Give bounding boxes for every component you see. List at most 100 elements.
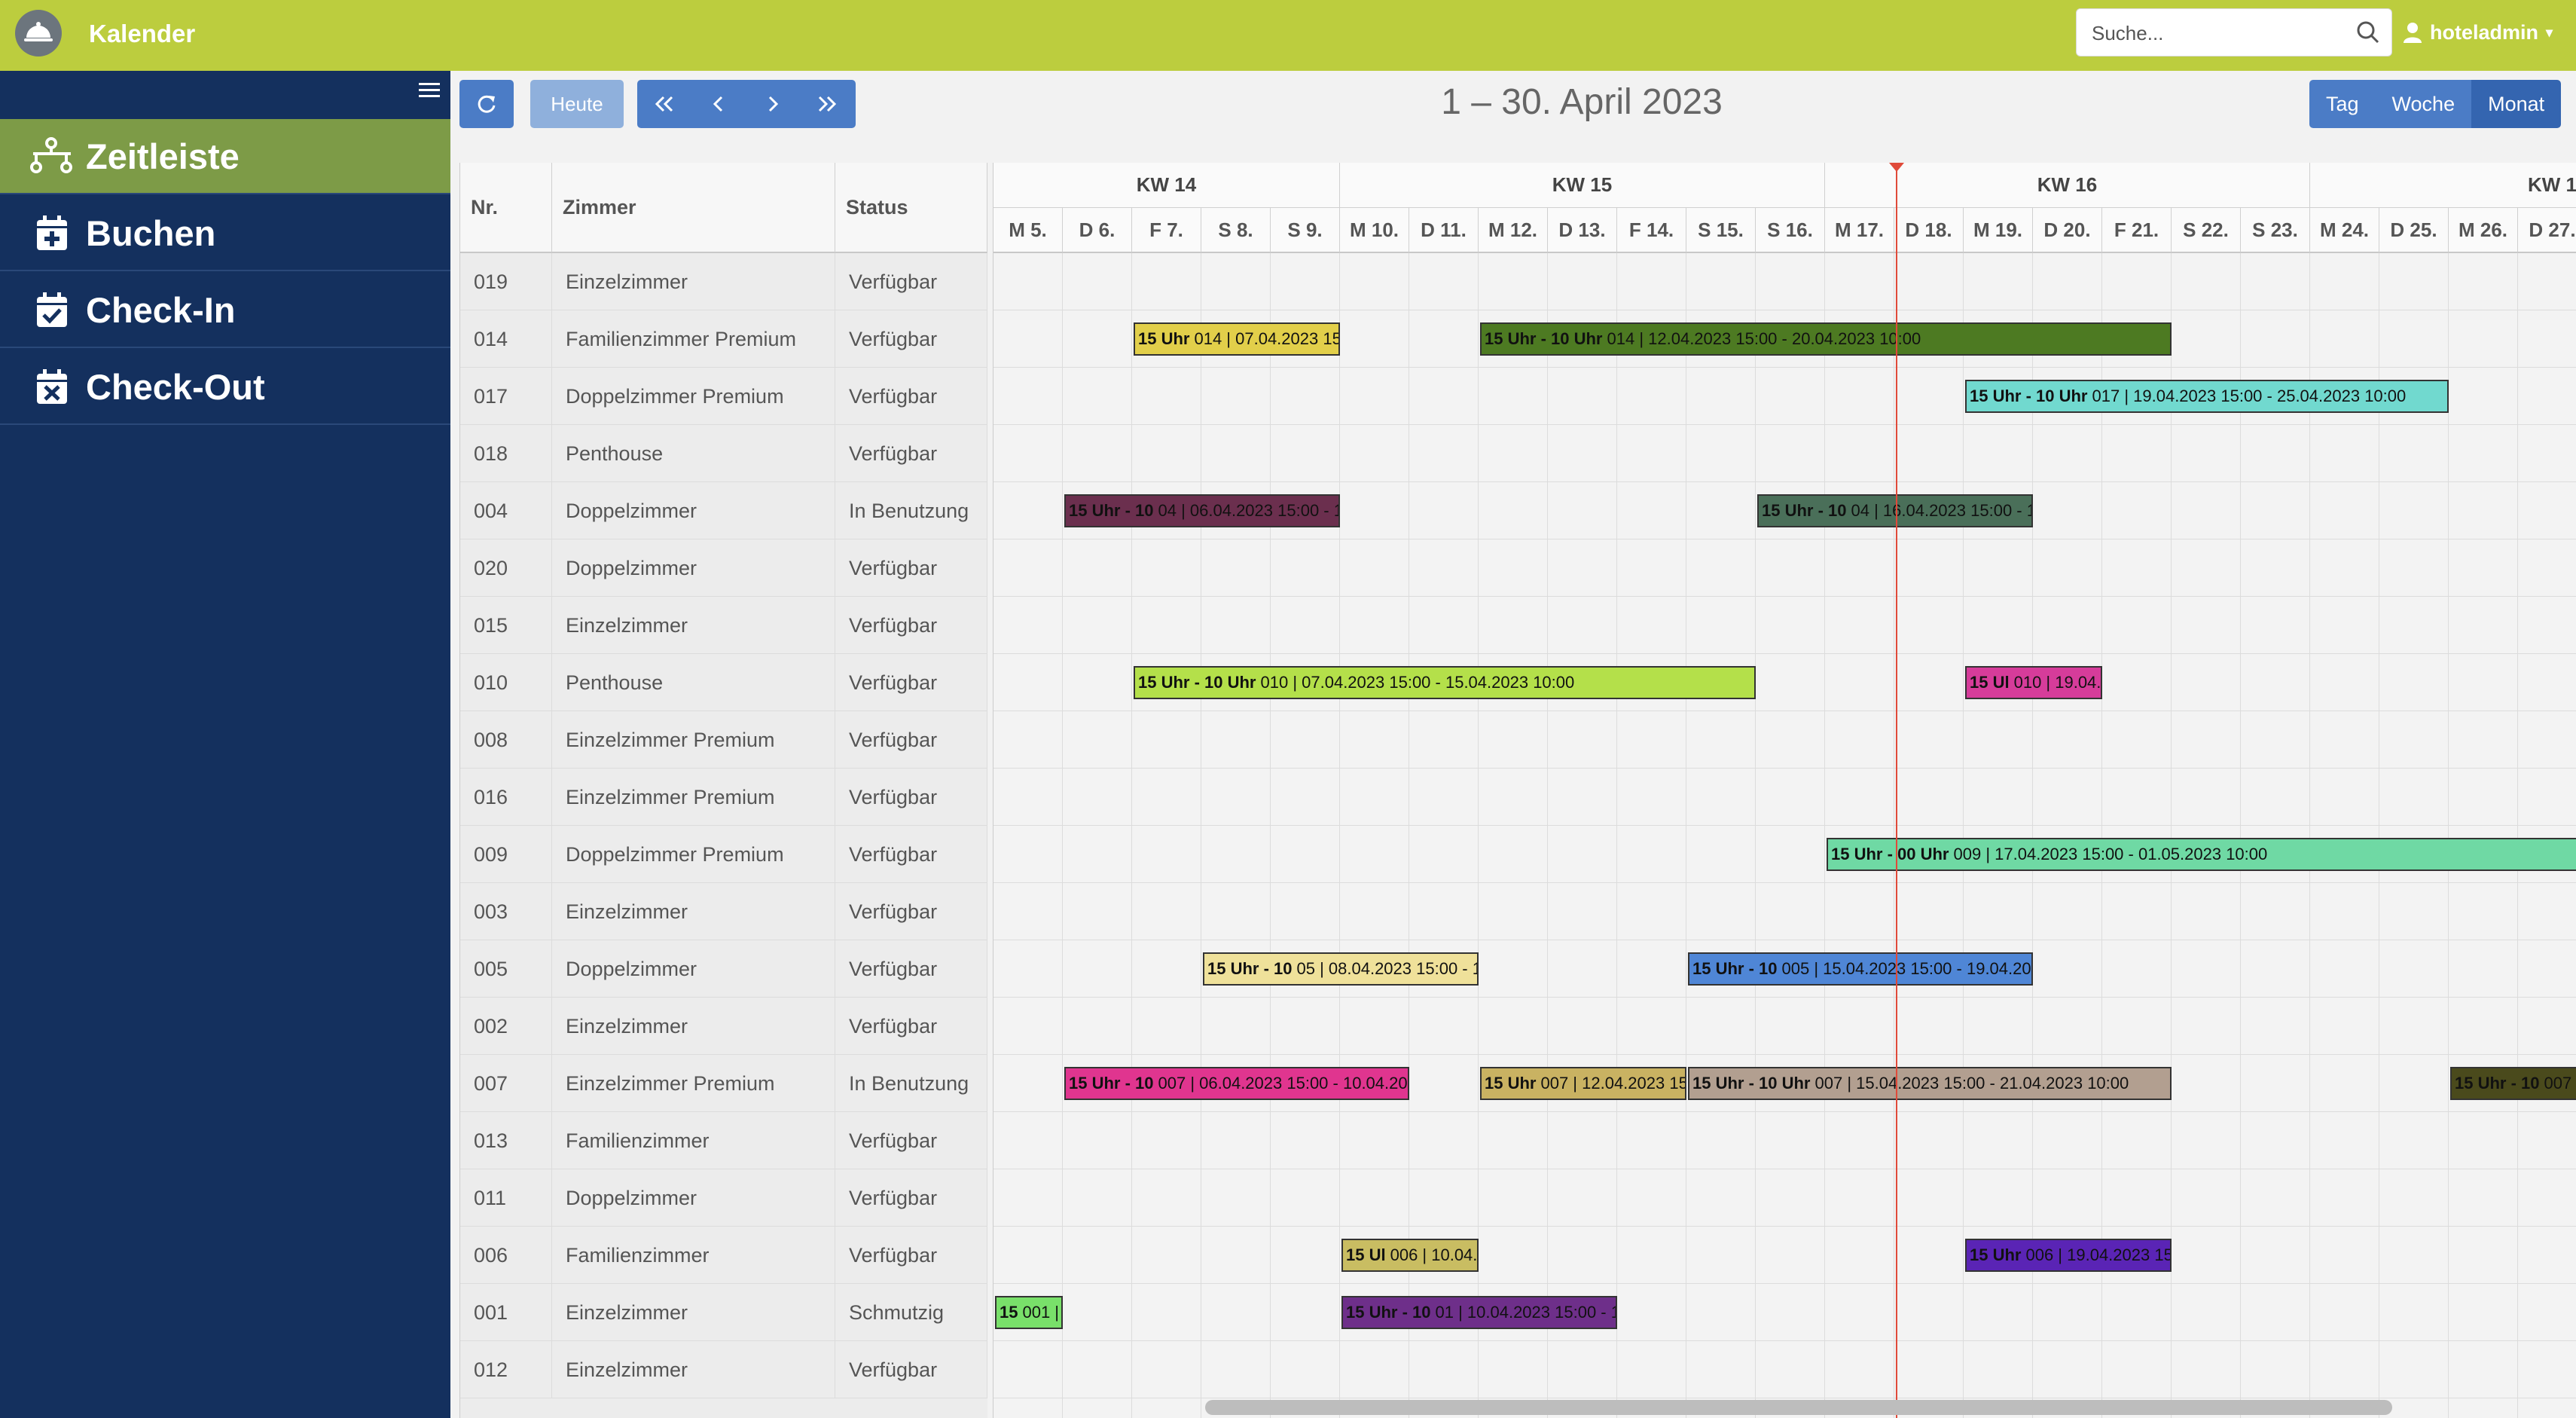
- table-row[interactable]: 011 Doppelzimmer Verfügbar: [460, 1169, 987, 1227]
- table-row[interactable]: 014 Familienzimmer Premium Verfügbar: [460, 310, 987, 368]
- view-week-button[interactable]: Woche: [2375, 80, 2472, 128]
- day-header[interactable]: D 6.: [1063, 208, 1132, 253]
- cell-status: Verfügbar: [835, 597, 987, 654]
- cell-nr: 009: [460, 826, 552, 883]
- column-header-status[interactable]: Status: [835, 163, 987, 253]
- cell-status: Verfügbar: [835, 1341, 987, 1398]
- prev-month-button[interactable]: [637, 80, 691, 128]
- sidebar-item-check-out[interactable]: Check-Out: [0, 350, 450, 425]
- table-row[interactable]: 004 Doppelzimmer In Benutzung: [460, 482, 987, 539]
- table-row[interactable]: 001 Einzelzimmer Schmutzig: [460, 1284, 987, 1341]
- table-row[interactable]: 013 Familienzimmer Verfügbar: [460, 1112, 987, 1169]
- cell-nr: 015: [460, 597, 552, 654]
- table-row[interactable]: 012 Einzelzimmer Verfügbar: [460, 1341, 987, 1398]
- user-menu[interactable]: hoteladmin ▾: [2403, 20, 2553, 45]
- table-row[interactable]: 009 Doppelzimmer Premium Verfügbar: [460, 826, 987, 883]
- column-header-nr[interactable]: Nr.: [460, 163, 552, 253]
- cell-status: Verfügbar: [835, 998, 987, 1055]
- today-button[interactable]: Heute: [530, 80, 624, 128]
- booking-bar[interactable]: 15 Uhr - 1001 | 10.04.2023 15:00 - 14.04…: [1341, 1296, 1618, 1329]
- booking-bar[interactable]: 15 Uhr - 10 Uhr 007 | 15.04.2023 15:00 - …: [1688, 1067, 2172, 1100]
- booking-bar[interactable]: 15 Uhr - 10 007: [2450, 1067, 2576, 1100]
- booking-bar[interactable]: 15 Uhr - 10 Uhr 017 | 19.04.2023 15:00 - …: [1965, 380, 2449, 413]
- grid-line: [993, 596, 2576, 597]
- timeline-grid: KW 14 KW 15 KW 16 KW 1M 5. D 6. F 7. S 8. S 9. M…: [993, 163, 2576, 1418]
- cell-status: Verfügbar: [835, 539, 987, 597]
- cell-nr: 019: [460, 253, 552, 310]
- search-input[interactable]: [2090, 18, 2342, 48]
- booking-bar[interactable]: 15 Uhr - 1005 | 08.04.2023 15:00 - 12.04…: [1203, 952, 1479, 986]
- sidebar-item-buchen[interactable]: Buchen: [0, 196, 450, 271]
- table-row[interactable]: 018 Penthouse Verfügbar: [460, 425, 987, 482]
- booking-bar[interactable]: 15 Uhr - 00 Uhr 009 | 17.04.2023 15:00 - …: [1827, 838, 2576, 871]
- table-row[interactable]: 015 Einzelzimmer Verfügbar: [460, 597, 987, 654]
- day-header[interactable]: D 11.: [1409, 208, 1479, 253]
- day-header[interactable]: M 10.: [1340, 208, 1409, 253]
- week-header: KW 15: [1340, 163, 1825, 208]
- sidebar: Zeitleiste Buchen Check-In Check-Out: [0, 71, 450, 1418]
- day-header[interactable]: M 12.: [1479, 208, 1548, 253]
- booking-bar[interactable]: 15 Uhr006 | 19.04.2023 15:00: [1965, 1239, 2172, 1272]
- day-header[interactable]: S 15.: [1686, 208, 1756, 253]
- booking-bar[interactable]: 15 Uhr - 10 005 | 15.04.2023 15:00 - 19.0…: [1688, 952, 2034, 986]
- booking-bar[interactable]: 15 Uhr014 | 07.04.2023 15:00 - 12.04.202…: [1134, 322, 1341, 356]
- prev-button[interactable]: [691, 80, 746, 128]
- sidebar-item-label: Buchen: [86, 212, 216, 253]
- day-header[interactable]: S 9.: [1271, 208, 1340, 253]
- day-header[interactable]: M 17.: [1825, 208, 1894, 253]
- view-day-button[interactable]: Tag: [2309, 80, 2376, 128]
- day-header[interactable]: D 20.: [2033, 208, 2102, 253]
- table-row[interactable]: 005 Doppelzimmer Verfügbar: [460, 940, 987, 998]
- day-header[interactable]: M 26.: [2449, 208, 2518, 253]
- day-header[interactable]: D 25.: [2379, 208, 2449, 253]
- table-row[interactable]: 003 Einzelzimmer Verfügbar: [460, 883, 987, 940]
- cell-zimmer: Doppelzimmer: [552, 1169, 835, 1227]
- cell-zimmer: Familienzimmer Premium: [552, 310, 835, 368]
- next-button[interactable]: [746, 80, 800, 128]
- booking-bar[interactable]: 15001 | 05.04.2023: [995, 1296, 1064, 1329]
- table-row[interactable]: 016 Einzelzimmer Premium Verfügbar: [460, 769, 987, 826]
- day-header[interactable]: S 16.: [1756, 208, 1825, 253]
- day-header[interactable]: M 19.: [1964, 208, 2033, 253]
- booking-bar[interactable]: 15 Uhr - 10 Uhr 014 | 12.04.2023 15:00 - …: [1480, 322, 2172, 356]
- day-header[interactable]: D 13.: [1548, 208, 1617, 253]
- table-row[interactable]: 017 Doppelzimmer Premium Verfügbar: [460, 368, 987, 425]
- sidebar-item-zeitleiste[interactable]: Zeitleiste: [0, 119, 450, 194]
- booking-bar[interactable]: 15 Uhr007 | 12.04.2023 15:00 - 15.04.202…: [1480, 1067, 1687, 1100]
- table-row[interactable]: 007 Einzelzimmer Premium In Benutzung: [460, 1055, 987, 1112]
- menu-toggle-icon[interactable]: [419, 81, 440, 99]
- table-row[interactable]: 020 Doppelzimmer Verfügbar: [460, 539, 987, 597]
- cell-zimmer: Einzelzimmer: [552, 883, 835, 940]
- day-header[interactable]: M 24.: [2310, 208, 2379, 253]
- search-icon[interactable]: [2355, 20, 2381, 45]
- column-header-zimmer[interactable]: Zimmer: [552, 163, 835, 253]
- next-month-button[interactable]: [800, 80, 854, 128]
- day-header[interactable]: F 21.: [2102, 208, 2172, 253]
- table-row[interactable]: 019 Einzelzimmer Verfügbar: [460, 253, 987, 310]
- cell-status: Verfügbar: [835, 654, 987, 711]
- booking-bar[interactable]: 15 Uhr - 1004 | 06.04.2023 15:00 - 10.04…: [1064, 494, 1341, 527]
- cell-nr: 008: [460, 711, 552, 769]
- day-header[interactable]: S 8.: [1201, 208, 1271, 253]
- day-header[interactable]: F 7.: [1132, 208, 1201, 253]
- booking-bar[interactable]: 15 Ul006 | 10.04.2023: [1341, 1239, 1479, 1272]
- booking-bar[interactable]: 15 Uhr - 10 007 | 06.04.2023 15:00 - 10.0…: [1064, 1067, 1410, 1100]
- day-header[interactable]: F 14.: [1617, 208, 1686, 253]
- table-row[interactable]: 006 Familienzimmer Verfügbar: [460, 1227, 987, 1284]
- refresh-button[interactable]: [459, 80, 514, 128]
- view-month-button[interactable]: Monat: [2471, 80, 2562, 128]
- booking-bar[interactable]: 15 Ul010 | 19.04.2023 15:00: [1965, 666, 2103, 699]
- table-row[interactable]: 008 Einzelzimmer Premium Verfügbar: [460, 711, 987, 769]
- horizontal-scrollbar[interactable]: [1205, 1400, 2392, 1415]
- logo-cloche-icon[interactable]: [15, 10, 62, 57]
- sidebar-item-check-in[interactable]: Check-In: [0, 273, 450, 348]
- day-header[interactable]: S 23.: [2241, 208, 2310, 253]
- day-header[interactable]: D 27.: [2518, 208, 2576, 253]
- grid-line: [993, 1340, 2576, 1341]
- booking-bar[interactable]: 15 Uhr - 10 Uhr 010 | 07.04.2023 15:00 - …: [1134, 666, 1757, 699]
- day-header[interactable]: S 22.: [2172, 208, 2241, 253]
- table-row[interactable]: 010 Penthouse Verfügbar: [460, 654, 987, 711]
- day-header[interactable]: D 18.: [1894, 208, 1964, 253]
- day-header[interactable]: M 5.: [993, 208, 1063, 253]
- table-row[interactable]: 002 Einzelzimmer Verfügbar: [460, 998, 987, 1055]
